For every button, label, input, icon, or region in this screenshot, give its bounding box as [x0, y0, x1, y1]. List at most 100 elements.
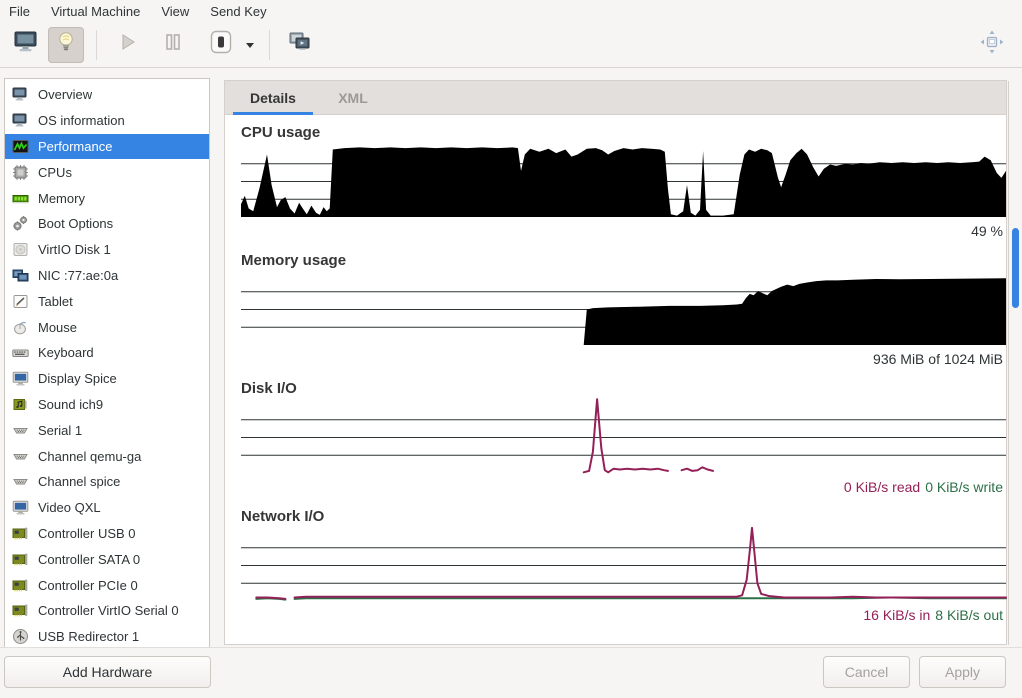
disk-stat: 0 KiB/s write	[925, 479, 1003, 495]
sidebar-item-display-spice[interactable]: Display Spice	[5, 366, 209, 392]
mouse-icon	[12, 319, 29, 336]
sidebar-item-boot-options[interactable]: Boot Options	[5, 211, 209, 237]
keyboard-icon	[12, 344, 29, 361]
nic-icon	[12, 267, 29, 284]
sidebar-item-label: Controller PCIe 0	[38, 578, 138, 593]
memory-stat: 936 MiB of 1024 MiB	[873, 351, 1003, 367]
sidebar-item-mouse[interactable]: Mouse	[5, 314, 209, 340]
sidebar-item-label: Channel qemu-ga	[38, 449, 141, 464]
menubar: File Virtual Machine View Send Key	[0, 0, 1022, 22]
sidebar-item-controller-usb-0[interactable]: Controller USB 0	[5, 521, 209, 547]
footer: Add Hardware Cancel Apply	[0, 647, 1022, 698]
sidebar-item-label: Keyboard	[38, 345, 94, 360]
tab-details[interactable]: Details	[233, 81, 313, 114]
sidebar-item-controller-pcie-0[interactable]: Controller PCIe 0	[5, 572, 209, 598]
controller-icon	[12, 602, 29, 619]
sidebar-item-overview[interactable]: Overview	[5, 82, 209, 108]
network-stat: 16 KiB/s in	[863, 607, 930, 623]
sidebar-item-label: Display Spice	[38, 371, 117, 386]
disk-stat-line: 0 KiB/s read 0 KiB/s write	[241, 479, 1003, 495]
display-icon	[12, 499, 29, 516]
sidebar-item-controller-sata-0[interactable]: Controller SATA 0	[5, 546, 209, 572]
menu-view[interactable]: View	[161, 4, 189, 19]
sidebar-item-label: Tablet	[38, 294, 73, 309]
tab-xml[interactable]: XML	[313, 81, 393, 114]
scrollbar-thumb[interactable]	[1012, 228, 1019, 308]
pause-icon	[162, 31, 184, 58]
sidebar-item-sound-ich9[interactable]: Sound ich9	[5, 392, 209, 418]
sound-icon	[12, 396, 29, 413]
network-section-title: Network I/O	[241, 509, 1006, 525]
sidebar-item-performance[interactable]: Performance	[5, 134, 209, 160]
sidebar-item-label: USB Redirector 1	[38, 629, 139, 644]
sidebar-item-label: Controller USB 0	[38, 526, 136, 541]
sidebar-item-label: Sound ich9	[38, 397, 103, 412]
shutdown-button[interactable]	[203, 27, 239, 63]
sidebar-item-serial-1[interactable]: Serial 1	[5, 417, 209, 443]
menu-send-key[interactable]: Send Key	[210, 4, 266, 19]
sidebar-item-tablet[interactable]: Tablet	[5, 288, 209, 314]
sidebar-item-memory[interactable]: Memory	[5, 185, 209, 211]
snapshots-button[interactable]	[282, 27, 318, 63]
sidebar-item-label: Video QXL	[38, 500, 101, 515]
memory-section-title: Memory usage	[241, 253, 1006, 269]
disk-stat: 0 KiB/s read	[844, 479, 920, 495]
sidebar-item-keyboard[interactable]: Keyboard	[5, 340, 209, 366]
play-icon	[115, 30, 139, 59]
display-icon	[12, 370, 29, 387]
lightbulb-icon	[55, 30, 77, 59]
show-details-button[interactable]	[48, 27, 84, 63]
run-button[interactable]	[109, 27, 145, 63]
toolbar	[0, 22, 1022, 68]
sidebar-item-usb-redirector-1[interactable]: USB Redirector 1	[5, 624, 209, 650]
controller-icon	[12, 577, 29, 594]
add-hardware-button[interactable]: Add Hardware	[4, 656, 211, 688]
sidebar-item-label: Performance	[38, 139, 112, 154]
menu-virtual-machine[interactable]: Virtual Machine	[51, 4, 140, 19]
console-monitor-icon	[13, 30, 39, 59]
cpu-icon	[12, 164, 29, 181]
details-panel: DetailsXML CPU usage49 %Memory usage936 …	[224, 80, 1007, 645]
performance-icon	[12, 138, 29, 155]
tabbar: DetailsXML	[225, 81, 1006, 115]
sidebar-item-os-information[interactable]: OS information	[5, 108, 209, 134]
scrollbar-track[interactable]	[1008, 81, 1022, 645]
usb-icon	[12, 628, 29, 645]
sidebar-item-channel-spice[interactable]: Channel spice	[5, 469, 209, 495]
network-stat-line: 16 KiB/s in8 KiB/s out	[241, 607, 1003, 623]
pause-button[interactable]	[155, 27, 191, 63]
sidebar-item-channel-qemu-ga[interactable]: Channel qemu-ga	[5, 443, 209, 469]
disk-chart	[241, 402, 1006, 473]
sidebar-item-label: VirtIO Disk 1	[38, 242, 111, 257]
fullscreen-arrows-icon	[979, 29, 1005, 60]
shutdown-menu-caret[interactable]	[241, 27, 259, 63]
sidebar-item-label: Overview	[38, 87, 92, 102]
toolbar-separator	[96, 30, 97, 60]
sidebar-item-video-qxl[interactable]: Video QXL	[5, 495, 209, 521]
shutdown-device-icon	[208, 28, 234, 61]
sidebar-item-virtio-disk-1[interactable]: VirtIO Disk 1	[5, 237, 209, 263]
menu-file[interactable]: File	[9, 4, 30, 19]
performance-sections: CPU usage49 %Memory usage936 MiB of 1024…	[225, 115, 1006, 623]
sidebar-item-label: CPUs	[38, 165, 72, 180]
toolbar-separator	[269, 30, 270, 60]
controller-icon	[12, 551, 29, 568]
sidebar-item-label: Boot Options	[38, 216, 113, 231]
network-chart	[241, 530, 1006, 601]
disk-section-title: Disk I/O	[241, 381, 1006, 397]
sidebar-item-label: Serial 1	[38, 423, 82, 438]
sidebar-item-cpus[interactable]: CPUs	[5, 159, 209, 185]
sidebar-item-nic-77-ae-0a[interactable]: NIC :77:ae:0a	[5, 263, 209, 289]
sidebar-item-label: Controller VirtIO Serial 0	[38, 603, 179, 618]
serial-icon	[12, 473, 29, 490]
virt-manager-window: File Virtual Machine View Send Key Overview…	[0, 0, 1022, 698]
cpu-chart	[241, 146, 1006, 217]
apply-button[interactable]: Apply	[919, 656, 1006, 688]
show-console-button[interactable]	[8, 27, 44, 63]
caret-down-icon	[245, 36, 255, 54]
memory-stat-line: 936 MiB of 1024 MiB	[241, 351, 1003, 367]
sidebar-item-controller-virtio-serial-0[interactable]: Controller VirtIO Serial 0	[5, 598, 209, 624]
fullscreen-button[interactable]	[974, 27, 1010, 63]
cancel-button[interactable]: Cancel	[823, 656, 910, 688]
memory-icon	[12, 190, 29, 207]
